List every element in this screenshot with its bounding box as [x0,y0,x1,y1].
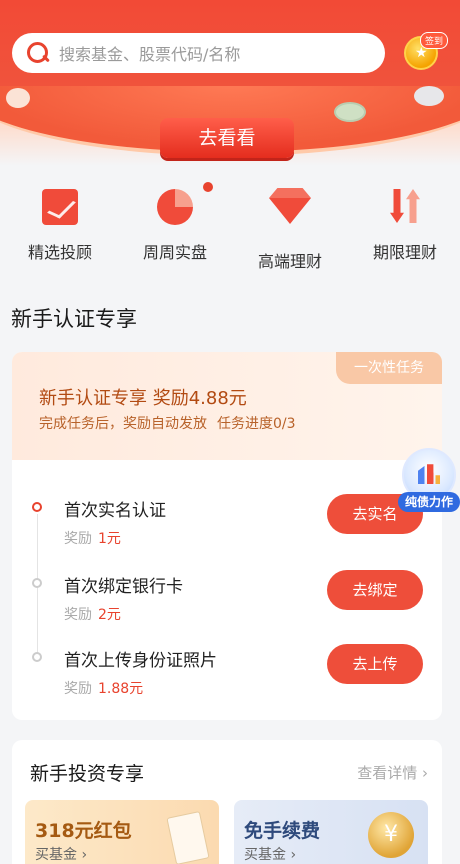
task-card-title: 新手认证专享 奖励4.88元 [39,388,247,409]
promo-title: 免手续费 [244,820,321,842]
sign-in-button[interactable]: ★ 签到 [404,32,449,70]
trend-chart-icon [42,189,78,225]
chevron-right-icon: › [81,847,88,863]
sign-in-badge: 签到 [420,32,449,49]
view-details-link[interactable]: 查看详情 › [357,762,428,783]
task-progress: 任务进度0/3 [217,416,296,432]
task-row: 首次上传身份证照片 奖励 1.88元 去上传 [12,644,442,706]
task-name: 首次实名认证 [64,501,166,521]
banner-cta-button[interactable]: 去看看 [160,118,294,158]
nav-item-premium[interactable]: 高端理财 [240,182,340,272]
diamond-icon [269,198,311,224]
invest-card: 新手投资专享 查看详情 › 318元红包 买基金 › 免手续费 买基金 › ¥ [12,740,442,864]
task-reward: 奖励 1元 [64,531,121,547]
red-packet-promo[interactable]: 318元红包 买基金 › [25,800,219,864]
envelope-icon [166,810,210,864]
yuan-coin-icon: ¥ [368,812,414,858]
timeline-dot [32,652,42,662]
nav-item-label: 高端理财 [257,252,322,271]
search-bar[interactable]: 搜索基金、股票代码/名称 [12,33,385,73]
auto-reward-note: 完成任务后，奖励自动发放 [39,416,207,432]
task-name: 首次上传身份证照片 [64,651,217,671]
task-reward: 奖励 1.88元 [64,681,144,697]
floating-badge-label: 纯债力作 [398,492,460,512]
promo-subtitle: 买基金 › [244,847,297,863]
chevron-right-icon: › [422,764,428,782]
nav-item-term[interactable]: 期限理财 [355,182,455,263]
promo-title: 318元红包 [35,820,132,842]
task-row: 首次绑定银行卡 奖励 2元 去绑定 [12,570,442,632]
banner-decoration [6,88,30,108]
nav-item-weekly[interactable]: 周周实盘 [125,182,225,263]
task-card: 一次性任务 新手认证专享 奖励4.88元 完成任务后，奖励自动发放 任务进度0/3… [12,352,442,720]
nav-item-label: 周周实盘 [142,243,207,262]
upload-id-button[interactable]: 去上传 [327,644,423,684]
task-name: 首次绑定银行卡 [64,577,183,597]
fee-free-promo[interactable]: 免手续费 买基金 › ¥ [234,800,428,864]
timeline-dot [32,502,42,512]
task-card-subtitle: 完成任务后，奖励自动发放 任务进度0/3 [39,413,296,433]
promo-subtitle: 买基金 › [35,847,88,863]
chevron-right-icon: › [290,847,297,863]
search-icon [25,40,51,66]
floating-promo-badge[interactable]: 纯债力作 [398,448,460,512]
header: 搜索基金、股票代码/名称 ★ 签到 [0,0,460,86]
banner-decoration [414,86,444,106]
search-placeholder: 搜索基金、股票代码/名称 [59,45,241,64]
updown-arrows-icon [387,189,423,225]
section-title: 新手认证专享 [11,307,137,331]
task-reward: 奖励 2元 [64,607,121,623]
timeline-dot [32,578,42,588]
nav-item-label: 精选投顾 [27,243,92,262]
one-time-tag: 一次性任务 [336,352,442,384]
quick-nav: 精选投顾 周周实盘 高端理财 期限理财 [0,182,460,272]
banner-decoration [334,102,366,122]
task-row: 首次实名认证 奖励 1元 去实名 [12,494,442,556]
notification-dot [203,182,213,192]
bind-card-button[interactable]: 去绑定 [327,570,423,610]
nav-item-advisor[interactable]: 精选投顾 [10,182,110,263]
invest-card-title: 新手投资专享 [30,763,145,785]
nav-item-label: 期限理财 [372,243,437,262]
pie-chart-icon [157,189,193,225]
